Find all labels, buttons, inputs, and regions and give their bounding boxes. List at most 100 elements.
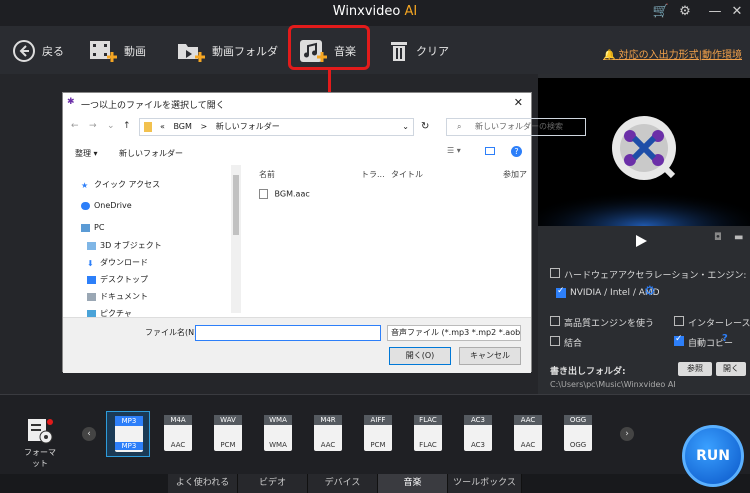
folder-icon: [144, 122, 152, 132]
back-nav-icon[interactable]: ←: [71, 121, 79, 131]
auto-copy-checkbox[interactable]: [674, 334, 684, 346]
nav-scrollbar[interactable]: [231, 165, 241, 313]
hq-engine-label: 高品質エンジンを使う: [564, 319, 655, 329]
format-card-m4a[interactable]: M4A AAC: [156, 411, 200, 457]
format-card-mp3[interactable]: MP3 MP3: [106, 411, 150, 457]
hq-engine-checkbox[interactable]: [550, 316, 560, 326]
tab-toolbox[interactable]: ツールボックス: [448, 474, 522, 493]
format-card-aiff[interactable]: AIFF PCM: [356, 411, 400, 457]
run-button[interactable]: RUN: [682, 425, 744, 487]
new-folder-button[interactable]: 新しいフォルダー: [119, 148, 183, 159]
command-bar: 整理 ▾ 新しいフォルダー ☰ ▾ ?: [63, 143, 531, 163]
nav-documents[interactable]: ドキュメント: [87, 291, 148, 302]
up-nav-icon[interactable]: ↑: [123, 121, 131, 131]
organize-button[interactable]: 整理 ▾: [75, 148, 98, 159]
filetype-select[interactable]: 音声ファイル (*.mp3 *.mp2 *.aob: [387, 325, 521, 341]
tab-video[interactable]: ビデオ: [238, 474, 308, 493]
app-small-icon: ✱: [67, 97, 75, 107]
open-button[interactable]: 開く(O): [389, 347, 451, 365]
hw-accel-label: ハードウェアアクセラレーション・エンジン:: [564, 271, 747, 281]
film-plus-icon: [90, 41, 117, 62]
filename-input[interactable]: [195, 325, 381, 341]
add-video-folder-button[interactable]: 動画フォルダ: [176, 36, 278, 66]
format-card-ogg[interactable]: OGG OGG: [556, 411, 600, 457]
nav-onedrive[interactable]: OneDrive: [81, 201, 132, 210]
bell-icon: 🔔: [602, 50, 616, 61]
address-dropdown-icon[interactable]: ⌄: [402, 119, 409, 135]
address-bar[interactable]: « BGM > 新しいフォルダー ⌄: [139, 118, 414, 136]
nav-desktop[interactable]: デスクトップ: [87, 274, 148, 285]
support-formats-link[interactable]: 🔔 対応の入出力形式|動作環境: [603, 46, 742, 61]
cube-icon: [87, 241, 96, 250]
minimize-icon[interactable]: —: [706, 3, 724, 21]
gear-icon[interactable]: ⚙: [676, 3, 694, 21]
refresh-icon[interactable]: ↻: [421, 121, 429, 132]
column-artist[interactable]: 参加ア: [503, 169, 527, 183]
file-row[interactable]: BGM.aac: [259, 189, 310, 199]
nav-3d-objects[interactable]: 3D オブジェクト: [87, 240, 162, 251]
format-card-wav[interactable]: WAV PCM: [206, 411, 250, 457]
cloud-icon: [81, 201, 90, 210]
breadcrumb-bgm[interactable]: BGM: [173, 122, 191, 131]
app-title: Winxvideo AI: [332, 4, 418, 19]
nav-pc[interactable]: PC: [81, 223, 104, 232]
format-card-flac[interactable]: FLAC FLAC: [406, 411, 450, 457]
back-button[interactable]: 戻る: [12, 36, 64, 66]
desktop-icon: [87, 275, 96, 284]
cart-icon[interactable]: 🛒: [652, 3, 670, 21]
clear-button[interactable]: クリア: [388, 36, 449, 66]
breadcrumb-new-folder[interactable]: 新しいフォルダー: [216, 122, 280, 131]
camera-icon[interactable]: ◘: [714, 232, 722, 243]
format-card-ac3[interactable]: AC3 AC3: [456, 411, 500, 457]
close-icon[interactable]: ✕: [728, 3, 746, 21]
preview-pane-icon[interactable]: [485, 147, 495, 155]
format-prev-button[interactable]: ‹: [82, 427, 96, 441]
column-track[interactable]: トラ...: [361, 169, 385, 183]
pc-icon: [81, 223, 90, 232]
help-icon[interactable]: ?: [722, 333, 728, 344]
forward-nav-icon[interactable]: →: [89, 121, 97, 131]
chevron-down-icon[interactable]: ⌄: [107, 121, 115, 131]
deinterlace-label: インターレース解除: [688, 319, 750, 329]
format-settings-icon: [28, 419, 53, 444]
play-icon[interactable]: [634, 234, 648, 248]
format-card-wma[interactable]: WMA WMA: [256, 411, 300, 457]
file-list: 名前 トラ... タイトル 参加ア BGM.aac: [245, 165, 531, 315]
merge-checkbox[interactable]: [550, 336, 560, 346]
format-card-m4r[interactable]: M4R AAC: [306, 411, 350, 457]
dialog-close-icon[interactable]: ✕: [514, 96, 523, 109]
column-name[interactable]: 名前: [259, 169, 275, 183]
scroll-thumb[interactable]: [233, 175, 239, 235]
tab-device[interactable]: デバイス: [308, 474, 378, 493]
merge-label: 結合: [564, 339, 583, 349]
gpu-settings-gear-icon[interactable]: ⚙: [644, 284, 656, 299]
tab-music[interactable]: 音楽: [378, 474, 448, 493]
hw-accel-checkbox[interactable]: [550, 268, 560, 278]
search-input[interactable]: ⌕ 新しいフォルダーの検索: [446, 118, 586, 136]
help-icon[interactable]: ?: [511, 146, 522, 157]
add-video-button[interactable]: 動画: [88, 36, 146, 66]
file-open-dialog: ✱ 一つ以上のファイルを選択して開く ✕ ← → ⌄ ↑ « BGM > 新しい…: [62, 92, 586, 373]
format-next-button[interactable]: ›: [620, 427, 634, 441]
format-card-aac[interactable]: AAC AAC: [506, 411, 550, 457]
download-icon: ⬇: [87, 258, 94, 268]
open-folder-button[interactable]: 開く: [716, 362, 746, 376]
dialog-title: 一つ以上のファイルを選択して開く: [81, 101, 225, 111]
deinterlace-checkbox[interactable]: [674, 316, 684, 326]
search-icon: ⌕: [457, 122, 462, 131]
folder-icon[interactable]: ▬: [734, 232, 743, 243]
app-logo-icon: [538, 116, 750, 226]
title-bar: Winxvideo AI 🛒 ⚙ — ✕: [0, 0, 750, 26]
browse-button[interactable]: 参照: [678, 362, 712, 376]
cancel-button[interactable]: キャンセル: [459, 347, 521, 365]
settings-panel: ハードウェアアクセラレーション・エンジン: NVIDIA / Intel / A…: [538, 254, 750, 394]
filename-label: ファイル名(N):: [145, 328, 200, 337]
tab-popular[interactable]: よく使われる: [168, 474, 238, 493]
nav-quick-access[interactable]: ★ クイック アクセス: [81, 179, 160, 190]
column-title[interactable]: タイトル: [391, 169, 423, 183]
nav-downloads[interactable]: ⬇ ダウンロード: [87, 257, 148, 268]
gpu-checkbox[interactable]: [556, 286, 566, 298]
format-button[interactable]: フォーマット: [22, 417, 58, 468]
dialog-title-bar: ✱ 一つ以上のファイルを選択して開く ✕: [63, 93, 531, 113]
view-options-icon[interactable]: ☰ ▾: [447, 146, 461, 155]
